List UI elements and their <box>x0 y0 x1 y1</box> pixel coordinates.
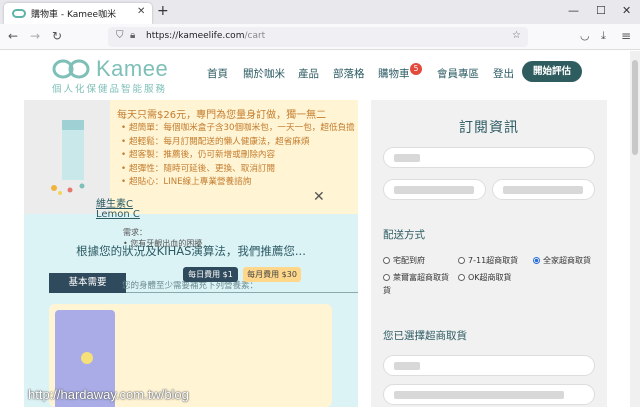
tab-basic-needs[interactable]: 基本需要 <box>49 273 126 293</box>
radio-label: 宅配到府 <box>393 256 425 265</box>
nav-about[interactable]: 關於咖米 <box>243 66 285 81</box>
nav-cart[interactable]: 購物車 <box>378 66 410 81</box>
pocket-icon[interactable]: ◡ <box>580 29 590 42</box>
monthly-fee-badge: 每月費用 $30 <box>243 267 301 282</box>
pill-icon <box>81 352 93 364</box>
radio-circle <box>458 257 465 264</box>
reload-button[interactable]: ↻ <box>52 29 62 43</box>
download-icon[interactable]: ⤓ <box>601 29 606 43</box>
cart-count-badge: 5 <box>410 63 422 75</box>
radio-circle <box>458 274 465 281</box>
web-page: Kamee 個人化保健品智能服務 首頁 關於咖米 產品 部落格 購物車 5 會員… <box>0 51 630 407</box>
minimize-button[interactable]: — <box>568 4 579 17</box>
shield-icon[interactable]: ⛉ <box>116 30 124 41</box>
need-item: • 您有牙齦出血的困擾 <box>123 239 203 248</box>
banner-point: 超客製：推薦後，仍可新增或刪除內容 <box>121 149 356 163</box>
banner-points: 超簡單：每個咖米盒子含30個咖米包，一天一包，超低負擔 超輕鬆：每月訂閱配送的懶… <box>121 122 356 190</box>
banner-point: 超貼心：LINE線上專業營養諮詢 <box>121 176 356 190</box>
back-button[interactable]: ← <box>8 29 18 43</box>
url-path: /cart <box>244 31 266 41</box>
nav-home[interactable]: 首頁 <box>207 66 228 81</box>
maximize-button[interactable]: ☐ <box>596 4 606 17</box>
radio-hilife[interactable]: 萊爾富超商取貨 <box>383 272 449 283</box>
shipping-method-label: 配送方式 <box>383 229 425 241</box>
browser-nav-bar: ← → ↻ ⛉ 🔒︎ https://kameelife.com/cart ☆ … <box>0 24 640 50</box>
radio-label: 全家超商取貨 <box>543 256 591 265</box>
phone-field[interactable] <box>383 179 486 200</box>
radio-ok-mart[interactable]: OK超商取貨 <box>458 272 512 283</box>
logo-tagline: 個人化保健品智能服務 <box>52 84 168 95</box>
supplement-name-zh[interactable]: 維生素C <box>96 195 133 210</box>
address-bar[interactable]: ⛉ 🔒︎ https://kameelife.com/cart ☆ <box>108 27 528 47</box>
app-menu-icon[interactable]: ≡ <box>621 29 631 43</box>
radio-label: OK超商取貨 <box>468 273 512 282</box>
banner-title: 每天只需$26元，專門為您量身訂做，獨一無二 <box>117 110 327 121</box>
banner-point: 超簡單：每個咖米盒子含30個咖米包，一天一包，超低負擔 <box>121 122 356 136</box>
kamee-logo-icon[interactable] <box>52 58 92 80</box>
need-label: 需求： <box>123 228 147 237</box>
nav-products[interactable]: 產品 <box>298 66 319 81</box>
remove-supplement-icon[interactable]: ✕ <box>313 189 325 205</box>
subscription-panel: 訂閱資訊 配送方式 宅配到府 7-11超商取貨 全家超商取貨 萊爾富超商取貨 O… <box>371 100 607 407</box>
browser-tab[interactable]: 購物車 - Kamee咖米 ✕ <box>4 3 152 24</box>
radio-circle-selected <box>533 257 540 264</box>
radio-circle <box>383 274 390 281</box>
nav-blog[interactable]: 部落格 <box>333 66 365 81</box>
nav-logout[interactable]: 登出 <box>493 66 514 81</box>
watermark-text: http://hardaway.com.tw/blog <box>28 387 189 402</box>
radio-home-delivery[interactable]: 宅配到府 <box>383 255 425 266</box>
start-assessment-button[interactable]: 開始評估 <box>522 61 582 82</box>
store-name-field[interactable] <box>383 355 595 376</box>
banner-point: 超輕鬆：每月訂閱配送的懶人健康法，超省麻煩 <box>121 136 356 150</box>
store-selected-label: 您已選擇超商取貨 <box>383 330 467 342</box>
name-field[interactable] <box>383 147 595 168</box>
kamee-favicon-icon <box>12 9 26 18</box>
radio-wrap-spacer: 貨 <box>383 286 391 295</box>
browser-tab-bar: 購物車 - Kamee咖米 ✕ + — ☐ ✕ <box>0 0 640 24</box>
radio-label: 7-11超商取貨 <box>468 256 519 265</box>
tab-title: 購物車 - Kamee咖米 <box>31 10 117 20</box>
radio-711[interactable]: 7-11超商取貨 <box>458 255 518 266</box>
radio-circle <box>383 257 390 264</box>
promo-banner: 每天只需$26元，專門為您量身訂做，獨一無二 超簡單：每個咖米盒子含30個咖米包… <box>24 100 358 214</box>
url-text: https://kameelife.com/cart <box>146 31 265 41</box>
scrollbar-thumb[interactable] <box>632 60 638 155</box>
tab-underline <box>126 292 358 293</box>
subscription-title: 訂閱資訊 <box>459 120 519 136</box>
logo-wordmark[interactable]: Kamee <box>96 56 168 82</box>
url-host: https://kameelife.com <box>146 31 245 41</box>
supplement-name-en[interactable]: Lemon C <box>96 209 140 220</box>
nav-member[interactable]: 會員專區 <box>437 66 479 81</box>
store-address-field[interactable] <box>383 384 595 405</box>
bookmark-star-icon[interactable]: ☆ <box>512 30 521 41</box>
banner-point: 超彈性：隨時可延後、更換、取消訂閱 <box>121 163 356 177</box>
daily-fee-badge: 每日費用 $1 <box>183 267 238 282</box>
radio-label: 萊爾富超商取貨 <box>393 273 449 282</box>
radio-familymart[interactable]: 全家超商取貨 <box>533 255 591 266</box>
new-tab-button[interactable]: + <box>157 3 169 19</box>
email-field[interactable] <box>492 179 595 200</box>
window-close-button[interactable]: ✕ <box>622 4 631 17</box>
lock-icon[interactable]: 🔒︎ <box>130 30 135 41</box>
tab-close-icon[interactable]: ✕ <box>137 6 145 17</box>
forward-button[interactable]: → <box>30 29 40 43</box>
